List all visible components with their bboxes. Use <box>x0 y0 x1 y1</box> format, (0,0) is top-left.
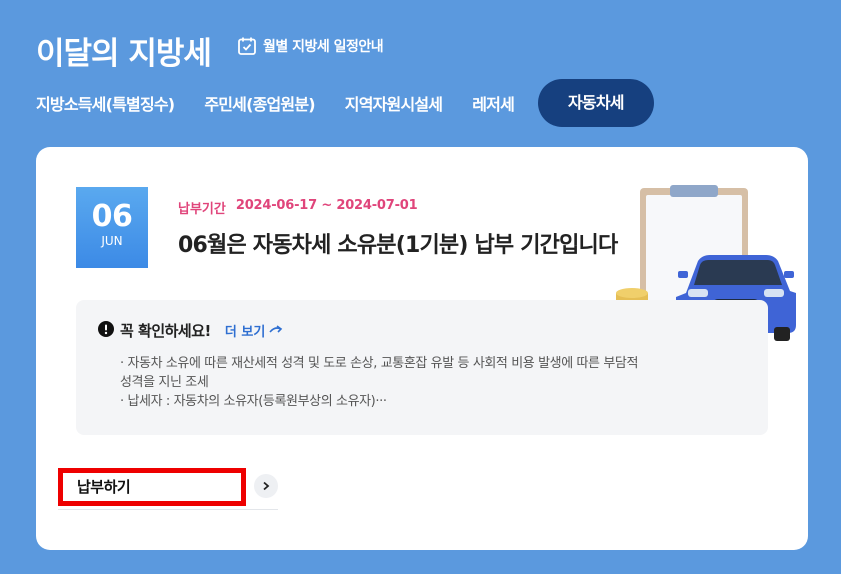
tab-local-income-tax[interactable]: 지방소득세(특별징수) <box>36 91 175 115</box>
notice-line: 성격을 지닌 조세 <box>120 375 209 390</box>
notice-header: 꼭 확인하세요! 더 보기 <box>98 320 283 341</box>
monthly-schedule-label: 월별 지방세 일정안내 <box>263 39 384 55</box>
notice-line: · 자동차 소유에 따른 재산세적 성격 및 도로 손상, 교통혼잡 유발 등 … <box>120 356 639 371</box>
monthly-schedule-link[interactable]: 월별 지방세 일정안내 <box>237 36 384 56</box>
more-link-label: 더 보기 <box>224 325 266 340</box>
payment-period-dates: 2024-06-17 ~ 2024-07-01 <box>235 198 418 213</box>
card-headline: 06월은 자동차세 소유분(1기분) 납부 기간입니다 <box>178 233 618 258</box>
tab-regional-resource-tax[interactable]: 지역자원시설세 <box>345 91 443 115</box>
pay-row[interactable]: 납부하기 <box>58 468 278 510</box>
notice-title: 꼭 확인하세요! <box>120 322 211 340</box>
notice-box: 꼭 확인하세요! 더 보기 · 자동차 소유에 따른 재산세적 성격 및 도로 … <box>76 300 768 435</box>
tax-tabs: 지방소득세(특별징수) 주민세(종업원분) 지역자원시설세 레저세 자동차세 <box>36 79 684 127</box>
date-badge: 06 JUN <box>76 187 148 268</box>
arrow-icon <box>269 323 283 338</box>
tax-info-card: 06 JUN 납부기간 2024-06-17 ~ 2024-07-01 06월은… <box>36 147 808 550</box>
date-badge-day: 06 <box>91 199 133 234</box>
tab-leisure-tax[interactable]: 레저세 <box>472 91 515 115</box>
exclamation-circle-icon <box>98 320 114 341</box>
calendar-check-icon <box>237 36 257 56</box>
more-link[interactable]: 더 보기 <box>225 321 283 340</box>
tab-resident-tax[interactable]: 주민세(종업원분) <box>204 91 315 115</box>
tab-vehicle-tax[interactable]: 자동차세 <box>538 79 654 127</box>
notice-line: · 납세자 : 자동차의 소유자(등록원부상의 소유자)··· <box>120 394 387 409</box>
payment-period: 납부기간 2024-06-17 ~ 2024-07-01 <box>178 198 418 217</box>
page-title: 이달의 지방세 <box>36 36 212 72</box>
notice-body: · 자동차 소유에 따른 재산세적 성격 및 도로 손상, 교통혼잡 유발 등 … <box>120 354 740 411</box>
pay-button[interactable]: 납부하기 <box>58 468 246 506</box>
date-badge-month: JUN <box>101 234 123 248</box>
payment-period-label: 납부기간 <box>178 202 226 217</box>
chevron-right-icon[interactable] <box>254 474 278 498</box>
